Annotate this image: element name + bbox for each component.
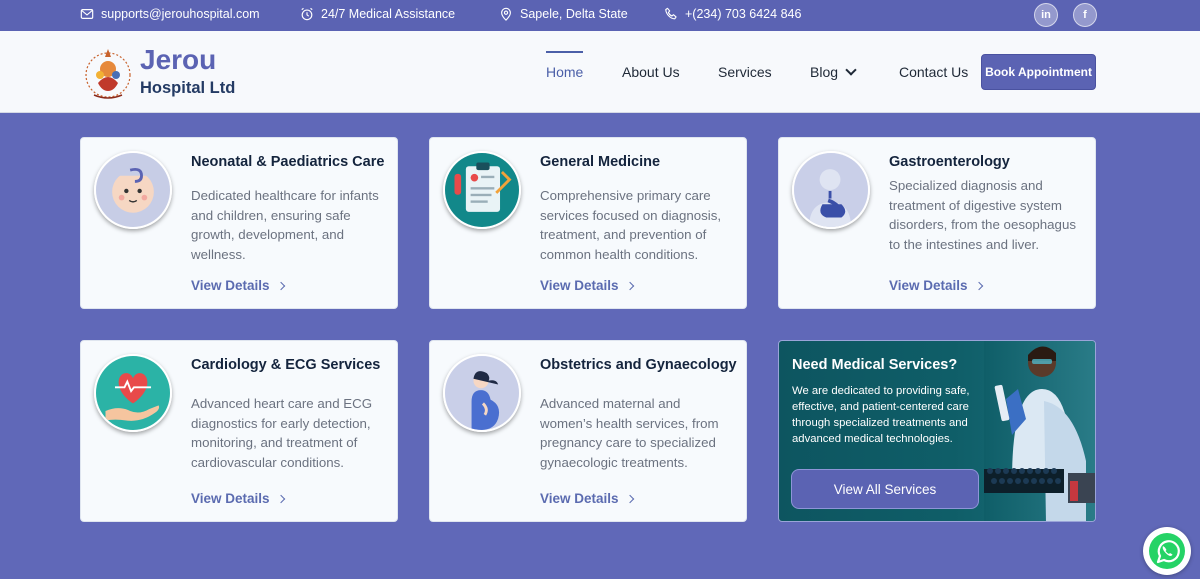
service-card-gastroenterology: Gastroenterology Specialized diagnosis a… (778, 137, 1096, 309)
clipboard-stethoscope-icon (443, 151, 521, 229)
service-description: Specialized diagnosis and treatment of d… (889, 178, 1077, 252)
service-title: Obstetrics and Gynaecology (540, 357, 737, 373)
nav-blog[interactable]: Blog (810, 64, 857, 80)
phone-text: +(234) 703 6424 846 (685, 7, 802, 21)
service-title: Gastroenterology (889, 154, 1010, 170)
top-contact-bar: supports@jerouhospital.com 24/7 Medical … (0, 0, 1200, 31)
service-description: Comprehensive primary care services focu… (540, 188, 722, 262)
view-details-label: View Details (191, 278, 270, 293)
service-title: Neonatal & Paediatrics Care (191, 154, 385, 170)
heart-hand-icon (94, 354, 172, 432)
nav-home[interactable]: Home (546, 64, 583, 80)
service-card-general-medicine: General Medicine Comprehensive primary c… (429, 137, 747, 309)
promo-title: Need Medical Services? (792, 357, 958, 373)
view-details-label: View Details (540, 491, 619, 506)
linkedin-icon[interactable]: in (1034, 3, 1058, 27)
service-description: Dedicated healthcare for infants and chi… (191, 188, 379, 262)
service-title: Cardiology & ECG Services (191, 357, 381, 373)
need-medical-services-banner: Need Medical Services? We are dedicated … (778, 340, 1096, 522)
view-details-link[interactable]: View Details (540, 491, 634, 506)
book-appointment-button[interactable]: Book Appointment (981, 54, 1096, 90)
view-details-label: View Details (191, 491, 270, 506)
chevron-right-icon (276, 494, 285, 504)
service-card-neonatal: Neonatal & Paediatrics Care Dedicated he… (80, 137, 398, 309)
facebook-icon[interactable]: f (1073, 3, 1097, 27)
whatsapp-icon (1149, 533, 1185, 569)
location-pin-icon (501, 7, 511, 21)
promo-description: We are dedicated to providing safe, effe… (792, 385, 970, 445)
mail-icon (80, 9, 94, 19)
nav-about-us[interactable]: About Us (622, 64, 680, 80)
chevron-right-icon (625, 494, 634, 504)
service-card-obstetrics: Obstetrics and Gynaecology Advanced mate… (429, 340, 747, 522)
view-details-label: View Details (540, 278, 619, 293)
hospital-logo-icon[interactable] (82, 45, 134, 101)
service-title: General Medicine (540, 154, 661, 170)
chevron-right-icon (625, 281, 634, 291)
service-description: Advanced maternal and women’s health ser… (540, 396, 719, 470)
view-details-link[interactable]: View Details (889, 278, 983, 293)
view-details-label: View Details (889, 278, 968, 293)
brand-subtitle: Hospital Ltd (140, 79, 236, 97)
service-description: Advanced heart care and ECG diagnostics … (191, 396, 373, 470)
location-text: Sapele, Delta State (520, 7, 628, 21)
view-details-link[interactable]: View Details (540, 278, 634, 293)
digestive-system-icon (792, 151, 870, 229)
baby-icon (94, 151, 172, 229)
phone-contact[interactable]: +(234) 703 6424 846 (664, 7, 801, 21)
pregnant-woman-icon (443, 354, 521, 432)
assistance-info: 24/7 Medical Assistance (300, 7, 455, 21)
nav-blog-label: Blog (810, 64, 839, 80)
view-details-link[interactable]: View Details (191, 491, 285, 506)
phone-icon (665, 7, 677, 20)
email-text: supports@jerouhospital.com (101, 7, 260, 21)
view-details-link[interactable]: View Details (191, 278, 285, 293)
assistance-text: 24/7 Medical Assistance (321, 7, 456, 21)
chevron-down-icon (845, 64, 857, 76)
active-nav-indicator (546, 51, 583, 53)
lab-scientist-photo (984, 341, 1095, 521)
location-info: Sapele, Delta State (499, 7, 628, 21)
service-card-cardiology: Cardiology & ECG Services Advanced heart… (80, 340, 398, 522)
alarm-clock-icon (301, 7, 313, 21)
site-header: Jerou Hospital Ltd Home About Us Service… (0, 31, 1200, 113)
whatsapp-chat-button[interactable] (1143, 527, 1191, 575)
nav-services[interactable]: Services (718, 64, 772, 80)
brand-name[interactable]: Jerou (140, 44, 216, 76)
nav-contact-us[interactable]: Contact Us (899, 64, 968, 80)
view-all-services-button[interactable]: View All Services (791, 469, 979, 509)
email-contact[interactable]: supports@jerouhospital.com (80, 7, 260, 21)
chevron-right-icon (276, 281, 285, 291)
chevron-right-icon (974, 281, 983, 291)
